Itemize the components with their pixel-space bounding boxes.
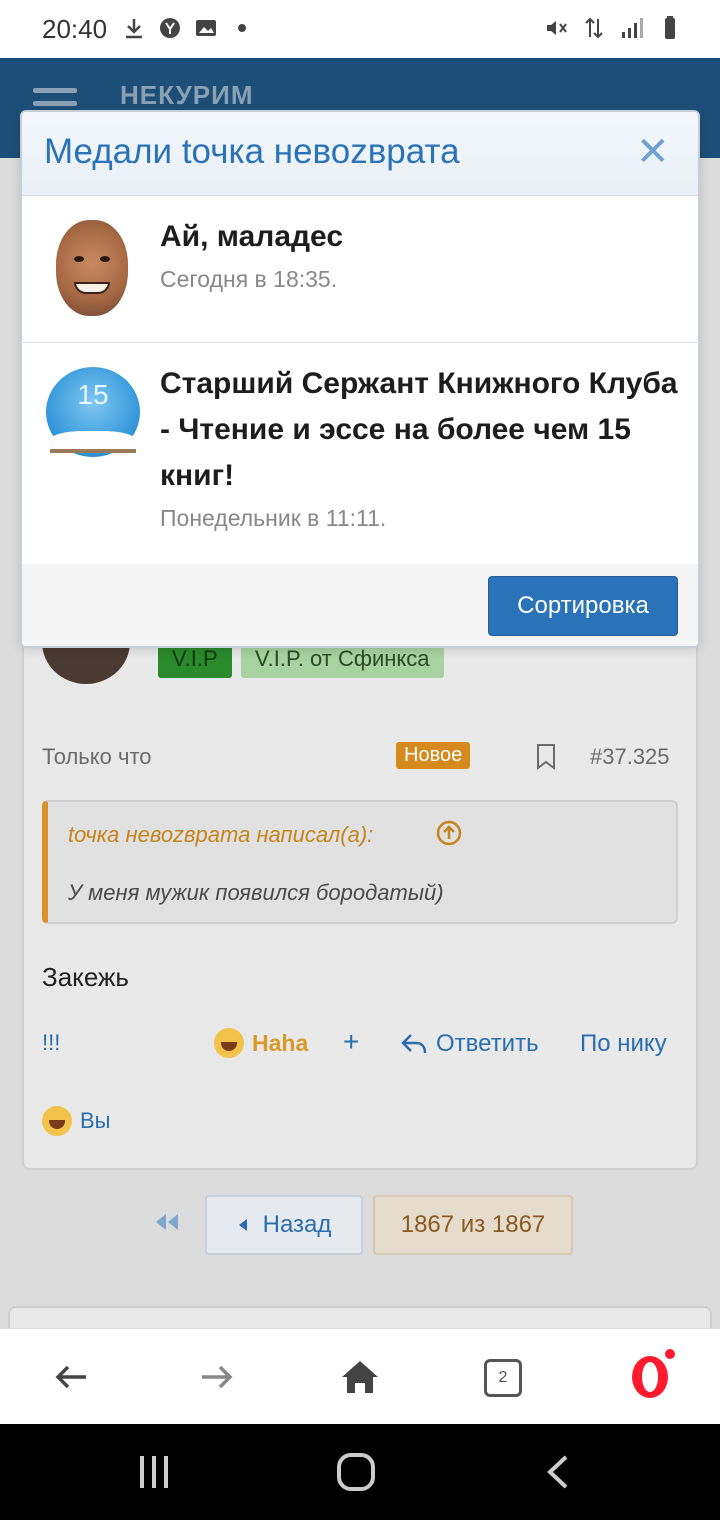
first-page-icon[interactable]: [152, 1210, 182, 1234]
reactions-summary[interactable]: Вы: [42, 1106, 111, 1136]
laugh-emoji-icon: [214, 1028, 244, 1058]
pager-current-page[interactable]: 1867 из 1867: [373, 1195, 573, 1255]
status-bar: 20:40: [0, 0, 720, 58]
post-time[interactable]: Только что: [42, 744, 152, 770]
mute-icon: [547, 21, 567, 35]
medals-dialog: Медали tочка невоzврата ✕ Ай, маладес Се…: [20, 110, 700, 648]
medal-name: Ай, маладес: [160, 220, 344, 253]
medal-image: [56, 220, 128, 316]
tabs-button[interactable]: 2: [484, 1359, 522, 1397]
reaction-button[interactable]: Haha: [214, 1028, 308, 1058]
home-nav-icon[interactable]: [336, 1452, 376, 1492]
quote-block: tочка невоzврата написал(а): У меня мужи…: [42, 800, 678, 924]
download-icon: [126, 19, 142, 39]
browser-toolbar: 2: [0, 1328, 720, 1424]
notification-dot: [665, 1349, 675, 1359]
caret-left-icon: [238, 1219, 247, 1231]
add-button[interactable]: +: [343, 1026, 359, 1058]
reply-icon: [401, 1034, 427, 1054]
back-arrow-icon[interactable]: [50, 1355, 94, 1399]
quote-author[interactable]: tочка невоzврата написал(а):: [68, 822, 373, 848]
dialog-header: Медали tочка невоzврата ✕: [22, 112, 698, 196]
status-right-icons: [544, 16, 682, 40]
dialog-footer: Сортировка: [22, 564, 698, 646]
pager-back-label: Назад: [262, 1211, 332, 1238]
home-icon[interactable]: [338, 1355, 382, 1399]
exclaim-link[interactable]: !!!: [42, 1030, 60, 1056]
quote-text: У меня мужик появился бородатый): [68, 880, 444, 905]
medal-date: Сегодня в 18:35.: [160, 266, 338, 292]
bookmark-icon[interactable]: [536, 744, 556, 770]
new-badge: Новое: [396, 742, 471, 769]
laugh-emoji-icon: [42, 1106, 72, 1136]
post-text: Закежь: [42, 962, 129, 992]
forward-arrow-icon[interactable]: [194, 1355, 238, 1399]
medal-number: 15: [77, 379, 109, 410]
close-icon[interactable]: ✕: [636, 132, 670, 172]
medal-name: Старший Сержант Книжного Клуба - Чтение …: [160, 367, 678, 492]
reply-button[interactable]: Ответить: [400, 1030, 539, 1058]
signal-icon: [622, 18, 643, 38]
system-nav-bar: [0, 1424, 720, 1520]
dot-icon: [238, 24, 246, 32]
pager-back-button[interactable]: Назад: [205, 1195, 363, 1255]
medal-image: 15: [46, 367, 140, 463]
opera-menu-icon[interactable]: [628, 1353, 672, 1401]
arrow-up-circle-icon[interactable]: [436, 820, 462, 846]
dialog-title: Медали tочка невоzврата: [44, 132, 460, 171]
reacted-by: Вы: [80, 1108, 111, 1133]
battery-icon: [665, 16, 675, 39]
reaction-label: Haha: [252, 1029, 309, 1056]
yandex-icon: [160, 18, 180, 38]
reply-label: Ответить: [436, 1030, 539, 1057]
medals-list: Ай, маладес Сегодня в 18:35. 15 Старший …: [22, 196, 698, 565]
recent-apps-icon[interactable]: [136, 1454, 172, 1490]
status-time: 20:40: [42, 14, 108, 44]
site-logo[interactable]: НЕКУРИМ: [120, 80, 254, 111]
medal-item: 15 Старший Сержант Книжного Клуба - Чтен…: [22, 343, 698, 565]
post-number[interactable]: #37.325: [590, 744, 670, 770]
back-nav-icon[interactable]: [544, 1454, 572, 1490]
data-arrows-icon: [585, 17, 603, 39]
medal-date: Понедельник в 11:11.: [160, 505, 387, 531]
medal-item: Ай, маладес Сегодня в 18:35.: [22, 196, 698, 343]
by-nick-button[interactable]: По нику: [580, 1030, 667, 1058]
gallery-icon: [196, 20, 216, 36]
status-left-icons: [122, 16, 254, 40]
sort-button[interactable]: Сортировка: [488, 576, 678, 636]
